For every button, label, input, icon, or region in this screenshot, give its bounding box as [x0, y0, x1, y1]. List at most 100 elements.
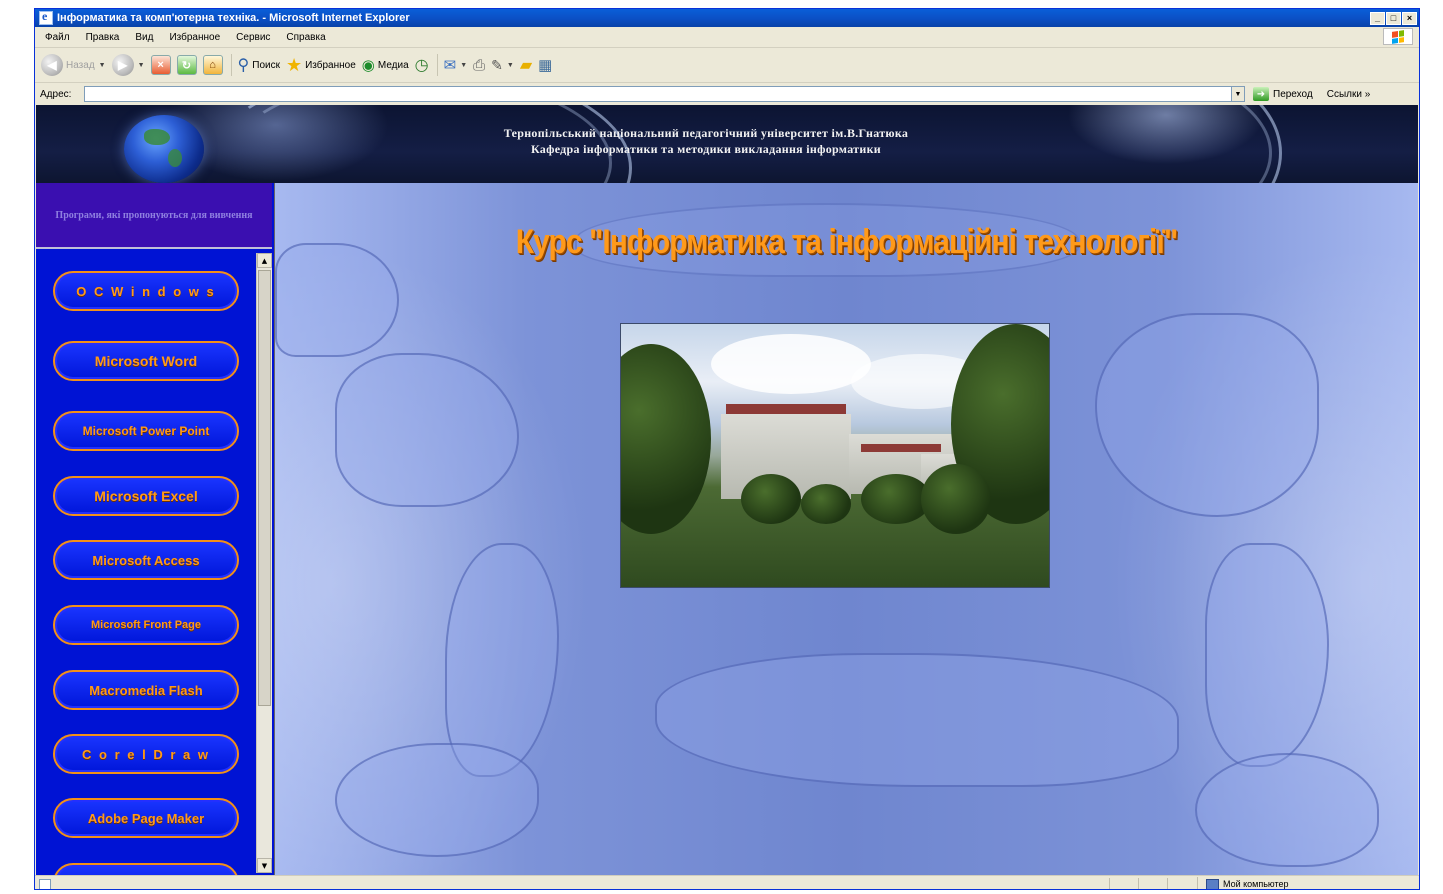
scroll-thumb[interactable] — [258, 270, 271, 706]
left-frame: Програми, які пропонуються для вивчення … — [36, 183, 275, 875]
refresh-icon: ↻ — [176, 55, 197, 75]
go-arrow-icon: ➜ — [1253, 87, 1269, 101]
maximize-button[interactable]: □ — [1386, 11, 1401, 25]
university-photo — [620, 323, 1050, 588]
address-input[interactable] — [84, 86, 1232, 102]
mail-icon: ✉ — [443, 57, 457, 74]
map-landmass — [445, 543, 559, 777]
favorites-button[interactable]: ★ Избранное — [286, 55, 356, 76]
address-label: Адрес: — [40, 88, 72, 100]
map-landmass — [1195, 753, 1379, 867]
university-name: Тернопільський національний педагогічний… — [503, 126, 909, 140]
stop-icon: × — [150, 55, 171, 75]
messenger-icon: ▦ — [538, 57, 553, 74]
map-landmass — [335, 743, 539, 857]
media-button[interactable]: ◉ Медиа — [362, 56, 409, 74]
menu-file[interactable]: Файл — [45, 32, 70, 43]
edit-button[interactable]: ✎ ▼ — [491, 57, 514, 74]
photo-tree — [741, 474, 801, 524]
messenger-button[interactable]: ▦ — [538, 56, 552, 74]
menu-bar: Файл Правка Вид Избранное Сервис Справка — [35, 27, 1419, 48]
map-landmass — [655, 653, 1179, 787]
menu-view[interactable]: Вид — [135, 32, 153, 43]
course-title: Курс "Інформатика та інформаційні технол… — [515, 223, 1178, 261]
folder-icon: ▰ — [519, 57, 533, 74]
scroll-down-icon[interactable]: ▼ — [257, 858, 272, 873]
media-icon: ◉ — [361, 57, 375, 74]
nav-button-frontpage[interactable]: Microsoft Front Page — [53, 605, 239, 645]
star-icon: ★ — [285, 54, 303, 75]
edit-icon: ✎ — [491, 56, 503, 73]
photo-tree — [921, 464, 991, 534]
nav-button-windows[interactable]: О С W i n d o w s — [53, 271, 239, 311]
history-button[interactable]: ◷ — [415, 55, 429, 75]
menu-favorites[interactable]: Избранное — [169, 32, 220, 43]
go-button[interactable]: ➜ Переход — [1253, 87, 1313, 101]
main-frame: Курс "Інформатика та інформаційні технол… — [275, 183, 1418, 875]
mail-button[interactable]: ✉ ▼ — [444, 56, 468, 74]
print-button[interactable]: ⎙ — [473, 57, 485, 74]
scroll-up-icon[interactable]: ▲ — [257, 253, 272, 268]
map-landmass — [1095, 313, 1319, 517]
forward-button[interactable]: ▶ ▼ — [111, 54, 145, 76]
windows-logo — [1383, 28, 1413, 45]
search-label: Поиск — [252, 59, 280, 71]
close-button[interactable]: × — [1402, 11, 1417, 25]
toolbar-separator — [436, 54, 438, 76]
home-button[interactable]: ⌂ — [202, 55, 223, 75]
back-label: Назад — [66, 59, 95, 71]
photo-cloud — [711, 334, 871, 394]
photo-tree — [621, 344, 711, 534]
nav-button-powerpoint[interactable]: Microsoft Power Point — [53, 411, 239, 451]
sidebar-header: Програми, які пропонуються для вивчення — [36, 183, 272, 249]
department-name: Кафедра інформатики та методики викладан… — [530, 142, 882, 156]
menu-help[interactable]: Справка — [286, 32, 325, 43]
ie-icon — [39, 9, 53, 25]
chevron-right-icon: » — [1364, 88, 1371, 100]
status-cells — [1109, 878, 1194, 889]
favorites-label: Избранное — [305, 59, 356, 71]
edit-dropdown-icon[interactable]: ▼ — [507, 62, 514, 69]
menu-edit[interactable]: Правка — [86, 32, 120, 43]
nav-button-word[interactable]: Microsoft Word — [53, 341, 239, 381]
computer-icon — [1206, 878, 1219, 889]
windows-flag-icon — [1392, 29, 1404, 44]
mail-dropdown-icon[interactable]: ▼ — [460, 62, 467, 69]
home-icon: ⌂ — [202, 55, 223, 75]
nav-button-excel[interactable]: Microsoft Excel — [53, 476, 239, 516]
back-dropdown-icon[interactable]: ▼ — [99, 62, 106, 69]
nav-button-access[interactable]: Microsoft Access — [53, 540, 239, 580]
sidebar-scrollbar[interactable]: ▲ ▼ — [256, 253, 272, 873]
status-bar: Мой компьютер — [35, 875, 1419, 889]
minimize-button[interactable]: _ — [1370, 11, 1385, 25]
map-landmass — [1205, 543, 1329, 767]
photo-tree — [801, 484, 851, 524]
nav-button-partial[interactable] — [53, 863, 239, 875]
nav-button-coreldraw[interactable]: C o r e l D r a w — [53, 734, 239, 774]
forward-arrow-icon: ▶ — [111, 54, 134, 76]
address-dropdown-icon[interactable]: ▼ — [1231, 86, 1245, 102]
folder-button[interactable]: ▰ — [520, 55, 532, 75]
address-bar: Адрес: ▼ ➜ Переход Ссылки » — [35, 83, 1419, 105]
window-controls: _ □ × — [1370, 11, 1417, 25]
media-label: Медиа — [377, 59, 409, 71]
search-button[interactable]: ⚲ Поиск — [238, 55, 280, 75]
zone-label: Мой компьютер — [1223, 879, 1289, 889]
back-button[interactable]: ◀ Назад ▼ — [41, 54, 106, 76]
nav-button-flash[interactable]: Macromedia Flash — [53, 670, 239, 710]
toolbar: ◀ Назад ▼ ▶ ▼ × ↻ ⌂ ⚲ Поиск ★ Избранное … — [35, 48, 1419, 83]
title-bar[interactable]: Інформатика та комп'ютерна техніка. - Mi… — [35, 9, 1419, 27]
banner-text: Тернопільський національний педагогічний… — [376, 125, 1036, 157]
links-label: Ссылки — [1326, 88, 1362, 100]
stop-button[interactable]: × — [150, 55, 171, 75]
menu-tools[interactable]: Сервис — [236, 32, 270, 43]
nav-button-pagemaker[interactable]: Adobe Page Maker — [53, 798, 239, 838]
photo-roof — [861, 444, 941, 452]
security-zone: Мой компьютер — [1197, 877, 1411, 889]
toolbar-separator — [230, 54, 232, 76]
history-icon: ◷ — [414, 57, 429, 74]
links-button[interactable]: Ссылки » — [1327, 89, 1371, 100]
map-landmass — [335, 353, 519, 507]
forward-dropdown-icon[interactable]: ▼ — [138, 62, 145, 69]
refresh-button[interactable]: ↻ — [176, 55, 197, 75]
